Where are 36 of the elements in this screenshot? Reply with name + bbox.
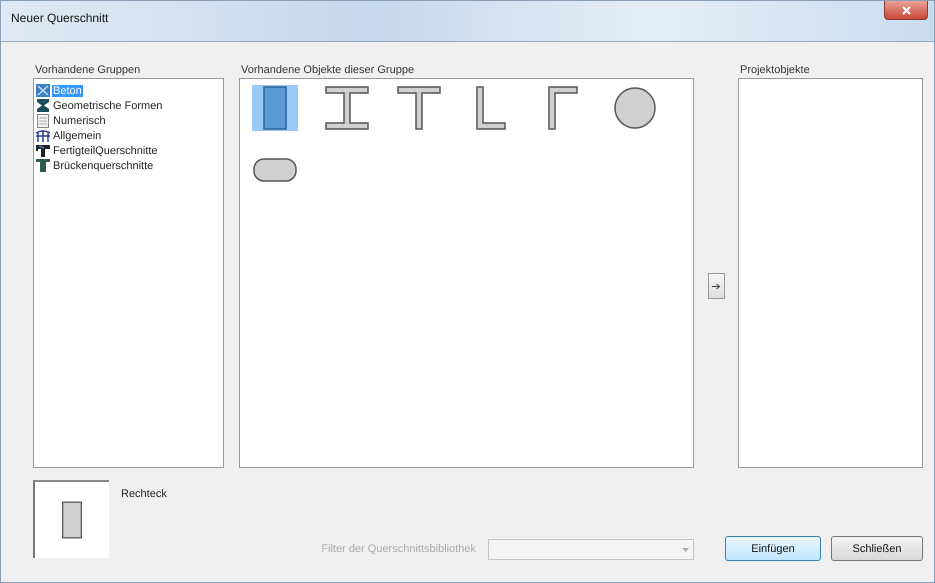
- close-dialog-button[interactable]: Schließen: [831, 536, 923, 561]
- project-objects-heading: Projektobjekte: [739, 64, 811, 76]
- object-item[interactable]: [252, 85, 298, 131]
- document-icon: [36, 114, 50, 128]
- group-item[interactable]: FertigteilQuerschnitte: [52, 144, 159, 156]
- groups-heading: Vorhandene Gruppen: [34, 64, 142, 76]
- group-item[interactable]: Brückenquerschnitte: [52, 160, 154, 172]
- hourglass-icon: [36, 99, 50, 112]
- object-item[interactable]: [396, 85, 442, 131]
- grid-icon: [36, 84, 50, 97]
- bridge-icon: [36, 130, 50, 142]
- window-title: Neuer Querschnitt: [11, 11, 108, 25]
- add-button[interactable]: [708, 273, 724, 299]
- filter-label: Filter der Querschnittsbibliothek: [321, 543, 476, 555]
- group-item[interactable]: Numerisch: [52, 114, 107, 126]
- rectangle-section-icon: [263, 86, 287, 130]
- object-item[interactable]: [612, 85, 658, 131]
- t-beam-icon: [397, 86, 441, 130]
- rectangle-section-icon: [62, 501, 82, 539]
- angle-section-icon: [476, 86, 506, 130]
- insert-button[interactable]: Einfügen: [725, 536, 821, 561]
- close-button[interactable]: [884, 1, 928, 20]
- preview-label: Rechteck: [121, 488, 167, 502]
- caret-icon: [682, 548, 689, 552]
- beam-icon: [36, 144, 50, 156]
- i-beam-icon: [325, 86, 369, 130]
- close-icon: [902, 6, 910, 14]
- group-item[interactable]: Geometrische Formen: [52, 100, 164, 112]
- object-item[interactable]: [324, 85, 370, 131]
- bridge-section-icon: [36, 159, 50, 172]
- group-item[interactable]: Allgemein: [52, 130, 102, 142]
- rounded-rectangle-icon: [253, 158, 297, 182]
- objects-heading: Vorhandene Objekte dieser Gruppe: [240, 64, 416, 76]
- inverted-angle-icon: [548, 86, 578, 130]
- circle-section-icon: [613, 86, 657, 130]
- arrow-right-icon: [712, 282, 720, 290]
